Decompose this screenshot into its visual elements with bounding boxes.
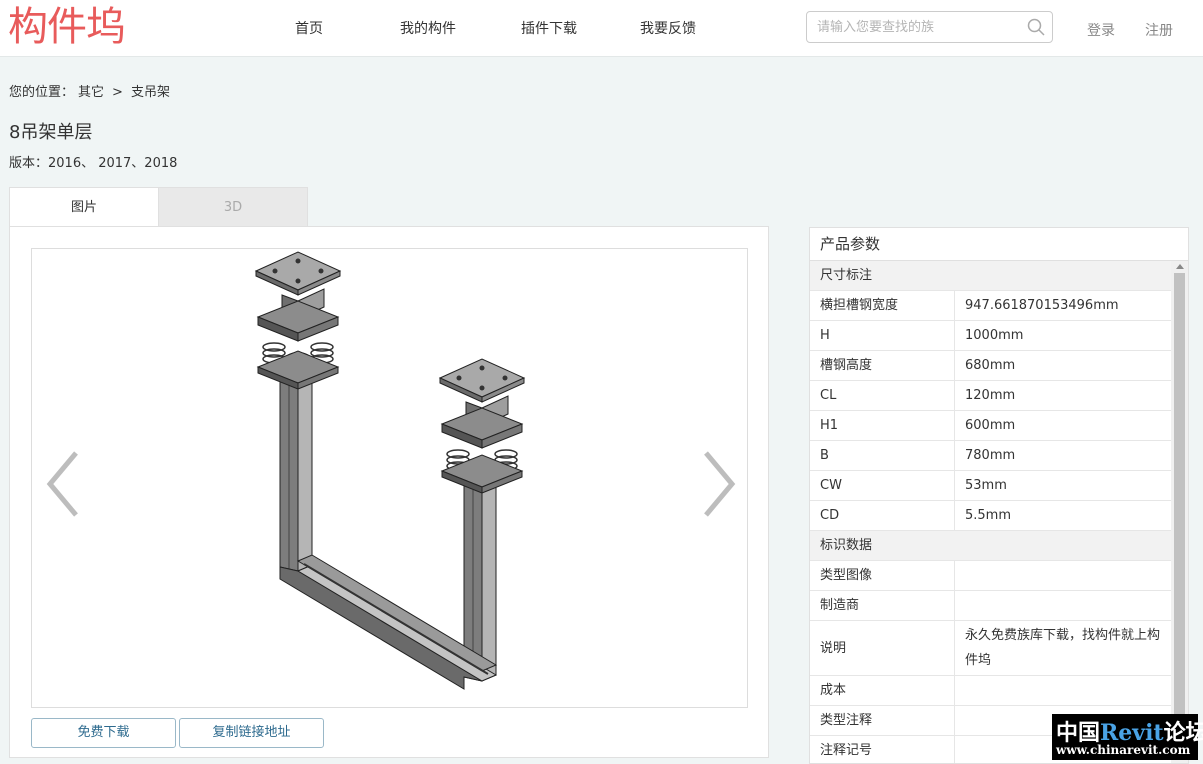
param-value: 680mm <box>965 358 1016 373</box>
param-key: 类型注释 <box>810 706 955 735</box>
tab-3d[interactable]: 3D <box>158 187 308 227</box>
table-row: B 780mm <box>810 441 1172 471</box>
tab-image[interactable]: 图片 <box>9 187 159 227</box>
param-key: 制造商 <box>810 591 955 620</box>
table-row: CW 53mm <box>810 471 1172 501</box>
param-value <box>955 561 1172 590</box>
param-key: 横担槽钢宽度 <box>810 291 955 320</box>
params-group-identity: 标识数据 <box>810 531 1172 561</box>
table-row: 类型图像 <box>810 561 1172 591</box>
param-value: 1000mm <box>965 328 1024 343</box>
image-panel: 免费下载 复制链接地址 <box>9 226 769 758</box>
breadcrumb: 您的位置： 其它 > 支吊架 <box>9 81 170 100</box>
params-heading: 产品参数 <box>810 228 1188 261</box>
search-box <box>806 11 1053 43</box>
login-link[interactable]: 登录 <box>1087 20 1115 40</box>
breadcrumb-separator: > <box>112 85 123 100</box>
table-row: 制造商 <box>810 591 1172 621</box>
param-value: 600mm <box>965 418 1016 433</box>
nav-my-components[interactable]: 我的构件 <box>400 18 456 38</box>
table-row: 成本 <box>810 676 1172 706</box>
nav-feedback[interactable]: 我要反馈 <box>640 18 696 38</box>
params-group-dimensions: 尺寸标注 <box>810 261 1172 291</box>
product-params-panel: 产品参数 尺寸标注 横担槽钢宽度 947.661870153496mm H 1000… <box>809 227 1189 764</box>
param-key: 成本 <box>810 676 955 705</box>
param-key: 槽钢高度 <box>810 351 955 380</box>
param-value: 780mm <box>965 448 1016 463</box>
model-image-viewer <box>31 248 748 708</box>
param-value: 5.5mm <box>965 508 1012 523</box>
copy-link-button[interactable]: 复制链接地址 <box>179 718 324 748</box>
scroll-up-icon[interactable] <box>1176 264 1184 269</box>
hanger-model-image <box>254 251 526 690</box>
table-row: CL 120mm <box>810 381 1172 411</box>
param-key: H1 <box>810 411 955 440</box>
param-key: CD <box>810 501 955 530</box>
param-value: 947.661870153496mm <box>965 298 1119 313</box>
watermark-url: www.chinarevit.com <box>1056 743 1191 757</box>
table-row: CD 5.5mm <box>810 501 1172 531</box>
search-icon[interactable] <box>1027 18 1045 36</box>
param-key: H <box>810 321 955 350</box>
param-value: 永久免费族库下载，找构件就上构件坞 <box>965 628 1161 668</box>
table-row: 槽钢高度 680mm <box>810 351 1172 381</box>
site-logo[interactable]: 构件坞 <box>8 4 126 50</box>
param-key: CL <box>810 381 955 410</box>
param-key: CW <box>810 471 955 500</box>
register-link[interactable]: 注册 <box>1145 20 1173 40</box>
table-row: 说明 永久免费族库下载，找构件就上构件坞 <box>810 621 1172 676</box>
prev-arrow-icon[interactable] <box>44 449 84 519</box>
table-row: H1 600mm <box>810 411 1172 441</box>
site-header: 构件坞 首页 我的构件 插件下载 我要反馈 登录 注册 <box>0 0 1203 57</box>
breadcrumb-prefix: 您的位置： <box>9 85 75 100</box>
table-row: 横担槽钢宽度 947.661870153496mm <box>810 291 1172 321</box>
view-tabs: 3D 图片 <box>9 187 308 227</box>
search-input[interactable] <box>817 13 1027 41</box>
param-key: 类型图像 <box>810 561 955 590</box>
param-key: 注释记号 <box>810 736 955 763</box>
next-arrow-icon[interactable] <box>698 449 738 519</box>
nav-plugin-download[interactable]: 插件下载 <box>521 18 577 38</box>
free-download-button[interactable]: 免费下载 <box>31 718 176 748</box>
nav-home[interactable]: 首页 <box>295 18 323 38</box>
params-table: 尺寸标注 横担槽钢宽度 947.661870153496mm H 1000mm 槽钢… <box>810 261 1172 763</box>
page-title: 8吊架单层 <box>9 122 93 143</box>
param-value: 53mm <box>965 478 1007 493</box>
version-info: 版本：2016、 2017、2018 <box>9 156 178 171</box>
param-value: 120mm <box>965 388 1016 403</box>
table-row: H 1000mm <box>810 321 1172 351</box>
breadcrumb-item-other[interactable]: 其它 <box>78 85 104 100</box>
param-value <box>955 591 1172 620</box>
param-key: 说明 <box>810 621 955 675</box>
params-scrollbar[interactable] <box>1171 261 1188 763</box>
param-key: B <box>810 441 955 470</box>
scrollbar-thumb[interactable] <box>1174 273 1185 743</box>
param-value <box>955 676 1172 705</box>
watermark-logo: 中国Revit论坛 www.chinarevit.com <box>1052 714 1203 760</box>
breadcrumb-item-hanger[interactable]: 支吊架 <box>131 85 170 100</box>
